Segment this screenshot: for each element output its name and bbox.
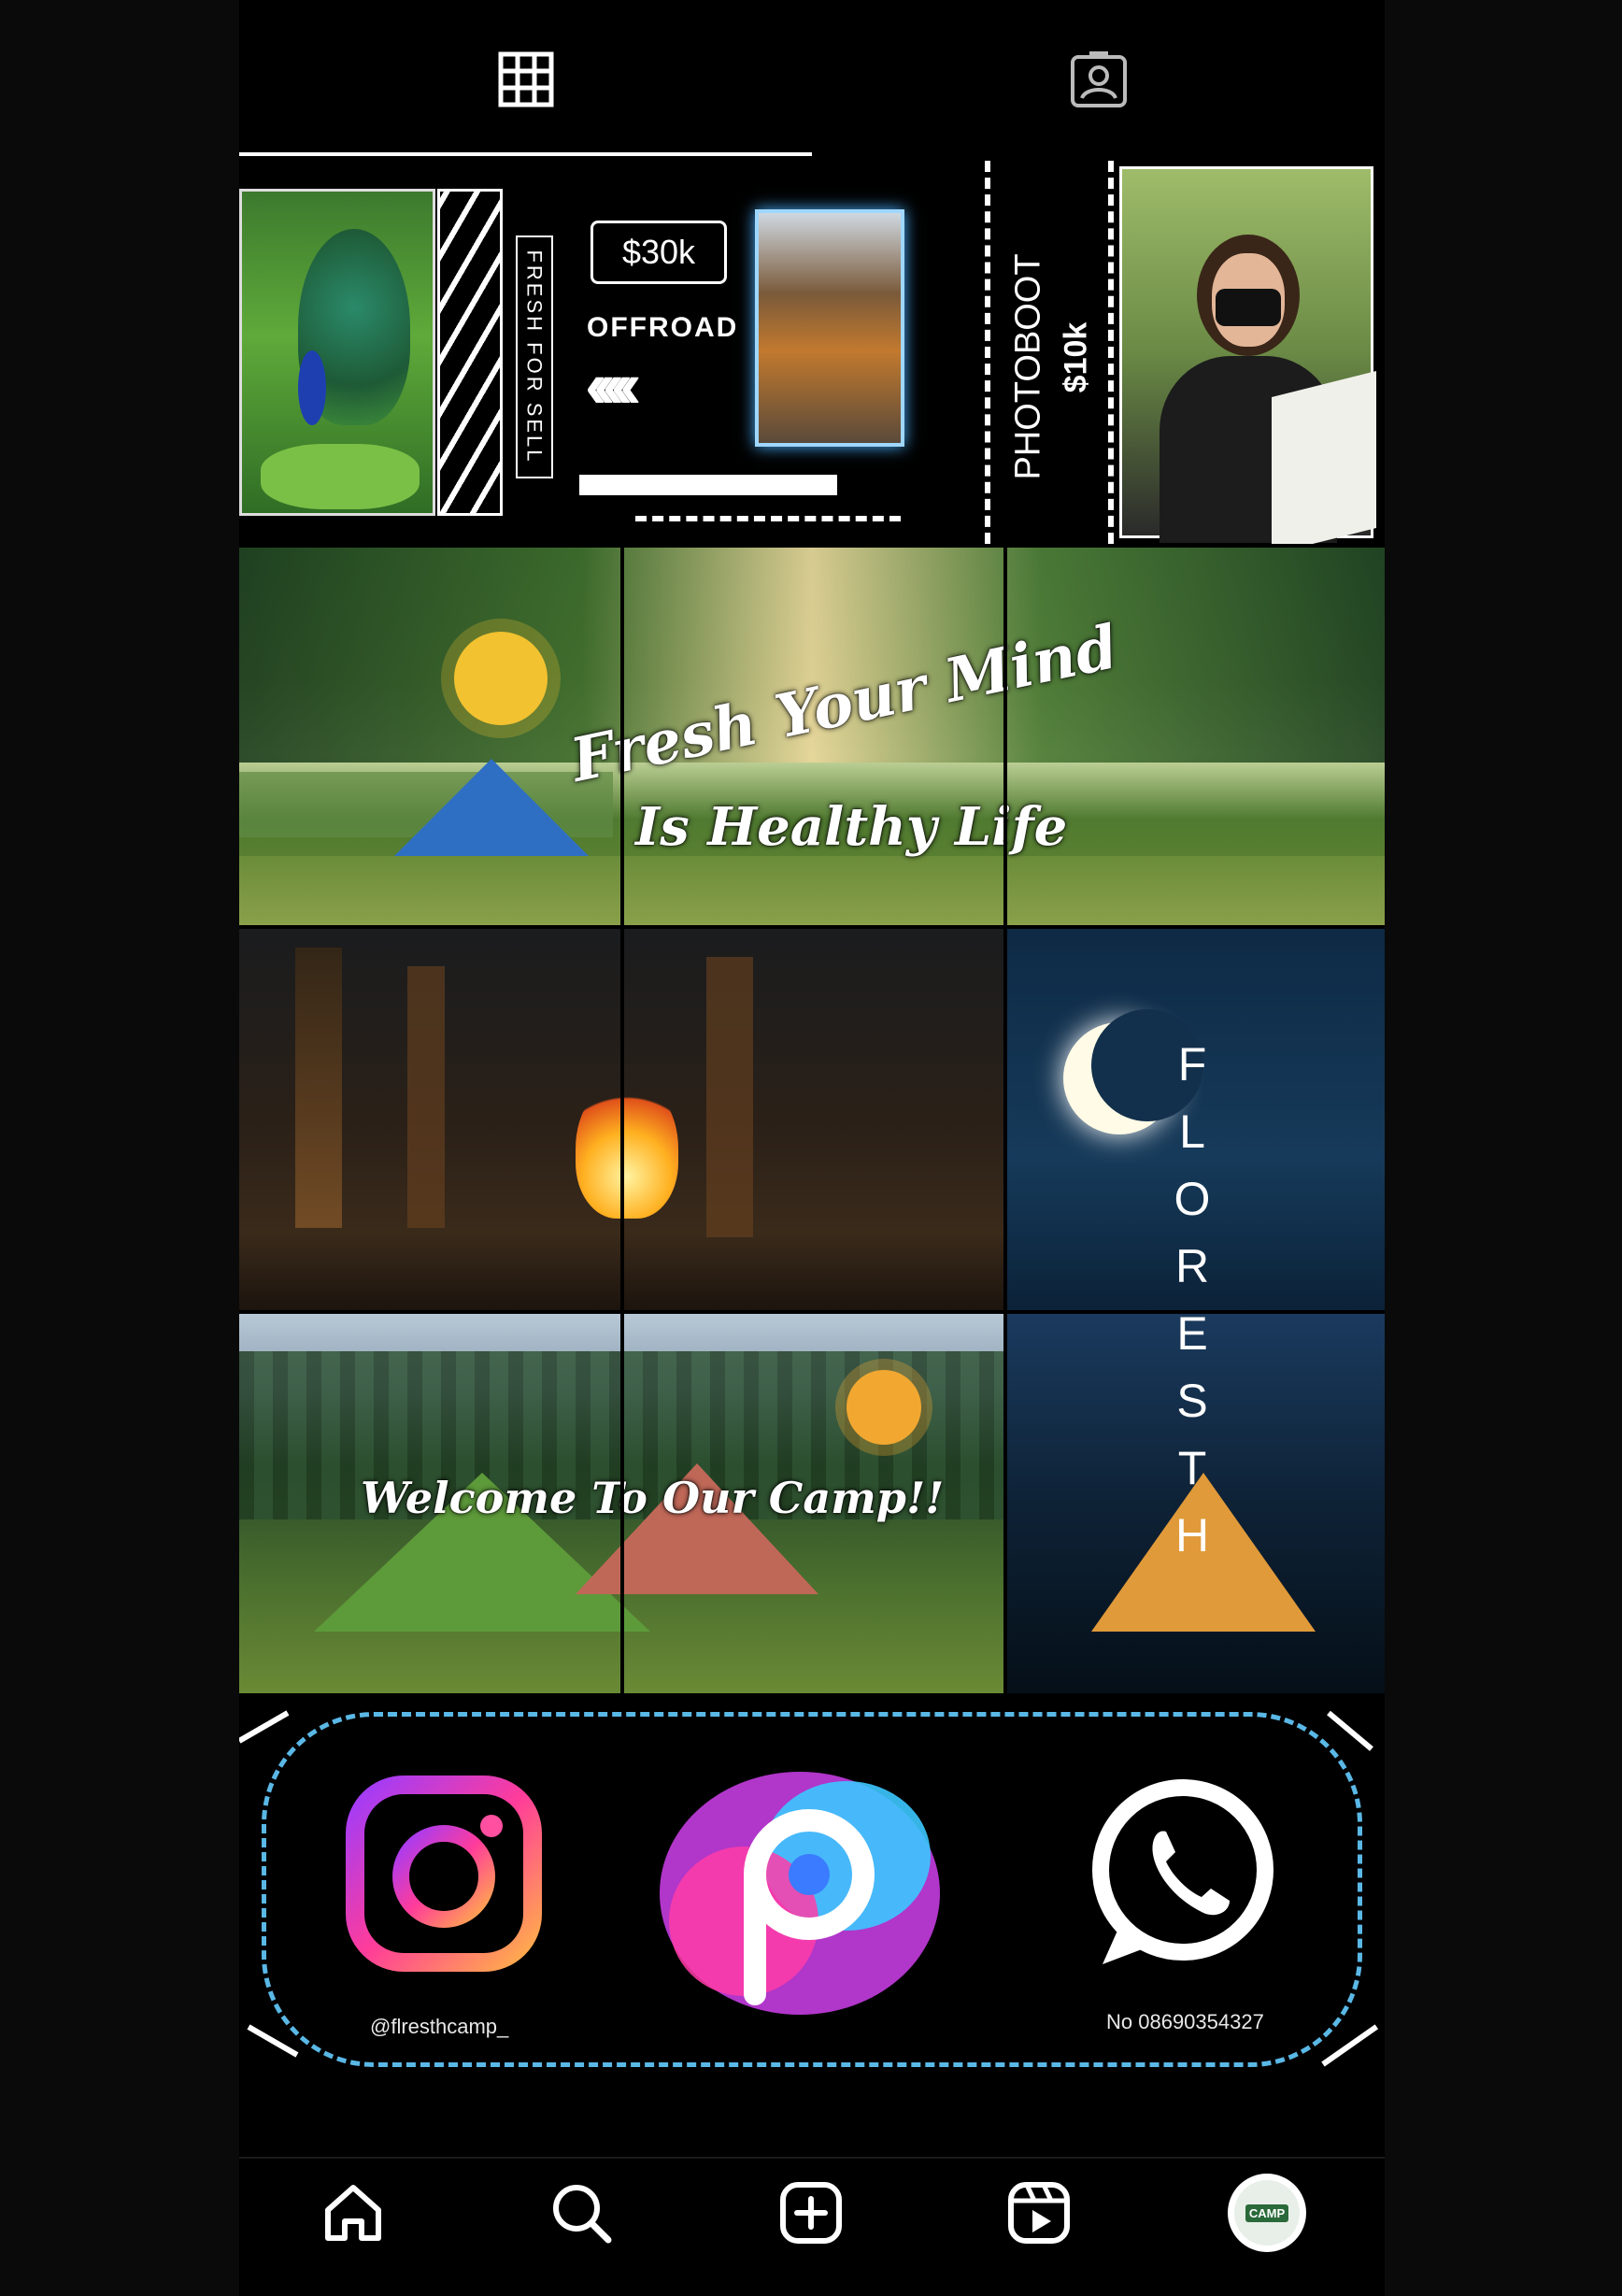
active-tab-indicator bbox=[239, 152, 812, 156]
nav-home[interactable] bbox=[306, 2166, 400, 2260]
grid-icon bbox=[498, 51, 553, 107]
instagram-icon[interactable] bbox=[344, 1774, 544, 1974]
stripe-panel bbox=[437, 189, 503, 516]
photoboot-price: $10k bbox=[1058, 321, 1094, 392]
reels-icon bbox=[1008, 2182, 1070, 2244]
social-links-post[interactable]: @flresthcamp_ No 08690354327 bbox=[239, 1697, 1385, 2080]
picsart-icon[interactable] bbox=[641, 1734, 959, 2052]
price-tag-offroad: $30k bbox=[590, 221, 727, 284]
bar-decoration bbox=[579, 475, 837, 495]
letter: S bbox=[1176, 1375, 1208, 1427]
letter: L bbox=[1179, 1105, 1205, 1158]
healthy-life-text: Is Healthy Life bbox=[635, 796, 1068, 858]
offroad-label: OFFROAD bbox=[587, 312, 739, 343]
floresth-vertical-text: F L O R E S T H bbox=[1164, 1037, 1220, 1562]
nav-reels[interactable] bbox=[992, 2166, 1086, 2260]
nav-divider bbox=[239, 2157, 1385, 2159]
nav-create[interactable] bbox=[764, 2166, 858, 2260]
chevrons-icon: ‹‹‹‹‹ bbox=[585, 349, 641, 421]
whatsapp-number: No 08690354327 bbox=[1106, 2010, 1264, 2033]
whatsapp-icon[interactable] bbox=[1080, 1772, 1286, 1977]
avatar-text: CAMP bbox=[1245, 2203, 1289, 2222]
nav-profile[interactable]: CAMP bbox=[1220, 2166, 1314, 2260]
search-icon bbox=[553, 2185, 612, 2244]
letter: H bbox=[1174, 1509, 1210, 1562]
phone-frame: FRESH FOR SELL $30k OFFROAD ‹‹‹‹‹ PHOTOB… bbox=[239, 0, 1385, 2296]
peacock-photo bbox=[239, 189, 435, 516]
letter: R bbox=[1174, 1240, 1210, 1292]
fresh-for-sell-label: FRESH FOR SELL bbox=[516, 235, 553, 478]
blue-tent bbox=[379, 759, 604, 871]
home-icon bbox=[325, 2185, 381, 2241]
post-row-1[interactable]: FRESH FOR SELL $30k OFFROAD ‹‹‹‹‹ PHOTOB… bbox=[239, 161, 1385, 544]
profile-avatar: CAMP bbox=[1228, 2174, 1306, 2252]
letter: O bbox=[1174, 1173, 1211, 1225]
welcome-camp-post[interactable]: Welcome To Our Camp!! bbox=[239, 1314, 1003, 1693]
offroad-photo bbox=[755, 209, 904, 447]
campfire-icon bbox=[576, 1078, 678, 1219]
photographer-photo bbox=[1119, 166, 1376, 544]
sun-icon bbox=[454, 632, 548, 725]
tab-grid[interactable] bbox=[239, 0, 812, 159]
post-row-2[interactable]: Fresh Your Mind Is Healthy Life bbox=[239, 548, 1385, 925]
tab-tagged[interactable] bbox=[812, 0, 1385, 159]
letter: E bbox=[1176, 1307, 1208, 1360]
dash-decoration bbox=[635, 516, 901, 521]
sun-icon bbox=[847, 1370, 921, 1445]
instagram-handle: @flresthcamp_ bbox=[370, 2015, 509, 2038]
letter: T bbox=[1177, 1442, 1207, 1494]
letter: F bbox=[1177, 1038, 1207, 1091]
campfire-post[interactable] bbox=[239, 929, 1003, 1310]
dash-divider-2 bbox=[1108, 161, 1114, 544]
add-post-icon bbox=[780, 2182, 842, 2244]
nav-search[interactable] bbox=[534, 2166, 628, 2260]
tagged-user-icon bbox=[1070, 51, 1127, 107]
dash-divider-1 bbox=[985, 161, 990, 544]
welcome-text: Welcome To Our Camp!! bbox=[361, 1473, 945, 1523]
